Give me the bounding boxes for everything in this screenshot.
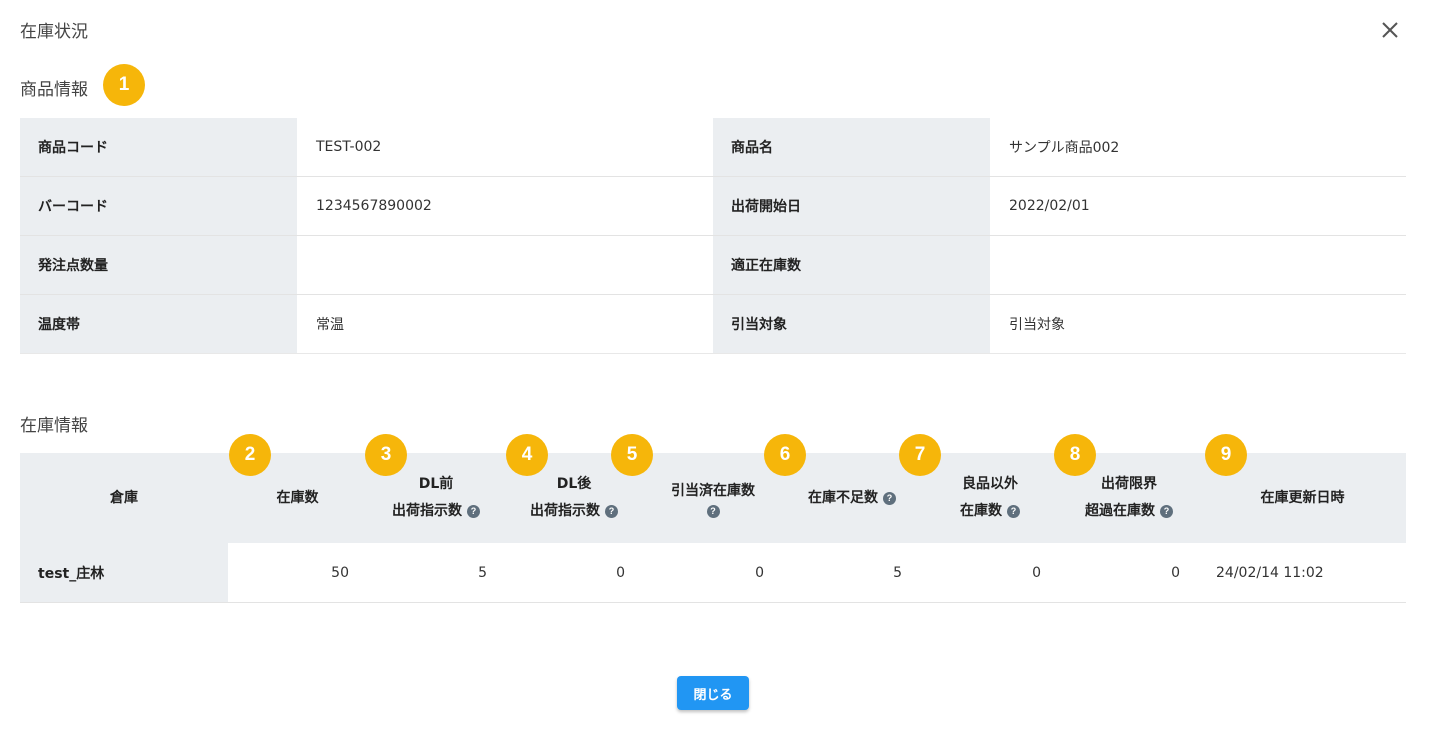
- shortage-cell: 5: [893, 564, 902, 581]
- proper-stock-value: [990, 236, 1406, 294]
- product-info-table: 商品コード TEST-002 商品名 サンプル商品002 バーコード 12345…: [20, 118, 1406, 354]
- product-code-label: 商品コード: [20, 118, 297, 176]
- help-icon[interactable]: ?: [605, 505, 618, 518]
- dl-after-cell: 0: [616, 564, 625, 581]
- product-name-label: 商品名: [713, 118, 990, 176]
- allocation-target-label: 引当対象: [713, 295, 990, 353]
- header-line: 超過在庫数?: [1085, 498, 1173, 525]
- table-row: test_庄林 50 5 0 0 5 0 0 24/02/14 11:02: [20, 543, 1406, 603]
- step-badge: 9: [1205, 434, 1247, 476]
- ship-start-date-label: 出荷開始日: [713, 177, 990, 235]
- header-text: 在庫更新日時: [1260, 489, 1345, 506]
- step-badge: 1: [103, 64, 145, 106]
- header-text: DL後: [556, 476, 592, 492]
- stock-qty-cell: 50: [331, 564, 349, 581]
- header-text: 超過在庫数: [1085, 503, 1155, 519]
- product-section-title: 商品情報: [20, 80, 88, 100]
- header-text: 在庫不足数: [808, 489, 878, 506]
- reorder-point-value: [297, 236, 713, 294]
- stock-section-title: 在庫情報: [20, 416, 88, 436]
- step-badge: 2: [229, 434, 271, 476]
- product-info-row: 発注点数量 適正在庫数: [20, 236, 1406, 295]
- barcode-label: バーコード: [20, 177, 297, 235]
- header-line: 在庫不足数?: [808, 485, 896, 512]
- step-badge: 4: [506, 434, 548, 476]
- help-icon[interactable]: ?: [1160, 505, 1173, 518]
- product-info-row: 温度帯 常温 引当対象 引当対象: [20, 295, 1406, 354]
- header-text: 出荷指示数: [392, 503, 462, 519]
- ship-start-date-value: 2022/02/01: [1009, 198, 1090, 214]
- header-text: 出荷限界: [1101, 476, 1157, 492]
- warehouse-cell: test_庄林: [20, 543, 228, 602]
- allocation-target-value: 引当対象: [1009, 317, 1065, 333]
- help-icon[interactable]: ?: [1007, 505, 1020, 518]
- barcode-value: 1234567890002: [316, 198, 432, 214]
- step-badge: 6: [764, 434, 806, 476]
- step-badge: 7: [899, 434, 941, 476]
- header-warehouse: 倉庫: [20, 453, 228, 543]
- dl-before-cell: 5: [478, 564, 487, 581]
- header-text: 出荷指示数: [530, 503, 600, 519]
- updated-at-cell: 24/02/14 11:02: [1216, 564, 1324, 581]
- header-line: ?: [706, 505, 720, 518]
- step-badge: 8: [1054, 434, 1096, 476]
- product-info-row: バーコード 1234567890002 出荷開始日 2022/02/01: [20, 177, 1406, 236]
- header-text: 在庫数: [960, 503, 1002, 519]
- allocated-cell: 0: [755, 564, 764, 581]
- header-allocated: 引当済在庫数 ?: [643, 453, 783, 543]
- help-icon[interactable]: ?: [706, 505, 720, 518]
- help-icon[interactable]: ?: [883, 491, 896, 505]
- temperature-zone-value: 常温: [316, 317, 344, 333]
- product-code-value: TEST-002: [316, 139, 382, 155]
- dialog-title: 在庫状況: [20, 22, 88, 42]
- non-good-cell: 0: [1032, 564, 1041, 581]
- help-icon[interactable]: ?: [467, 505, 480, 518]
- proper-stock-label: 適正在庫数: [713, 236, 990, 294]
- header-line: 出荷指示数?: [392, 498, 480, 525]
- close-icon[interactable]: [1376, 16, 1404, 44]
- temperature-zone-label: 温度帯: [20, 295, 297, 353]
- step-badge: 3: [365, 434, 407, 476]
- header-text: DL前: [418, 476, 454, 492]
- header-line: 出荷指示数?: [530, 498, 618, 525]
- header-text: 良品以外: [962, 476, 1018, 492]
- header-non-good: 良品以外 在庫数?: [921, 453, 1059, 543]
- step-badge: 5: [611, 434, 653, 476]
- header-text: 倉庫: [110, 489, 138, 506]
- header-text: 在庫数: [276, 489, 319, 506]
- limit-over-cell: 0: [1171, 564, 1180, 581]
- close-button[interactable]: 閉じる: [677, 676, 749, 710]
- product-info-row: 商品コード TEST-002 商品名 サンプル商品002: [20, 118, 1406, 177]
- header-shortage: 在庫不足数?: [783, 453, 921, 543]
- header-line: 在庫数?: [960, 498, 1020, 525]
- reorder-point-label: 発注点数量: [20, 236, 297, 294]
- product-name-value: サンプル商品002: [1009, 140, 1120, 156]
- stock-table-header: 倉庫 在庫数 DL前 出荷指示数? DL後 出荷指示数? 引当済在庫数 ? 在庫…: [20, 453, 1406, 543]
